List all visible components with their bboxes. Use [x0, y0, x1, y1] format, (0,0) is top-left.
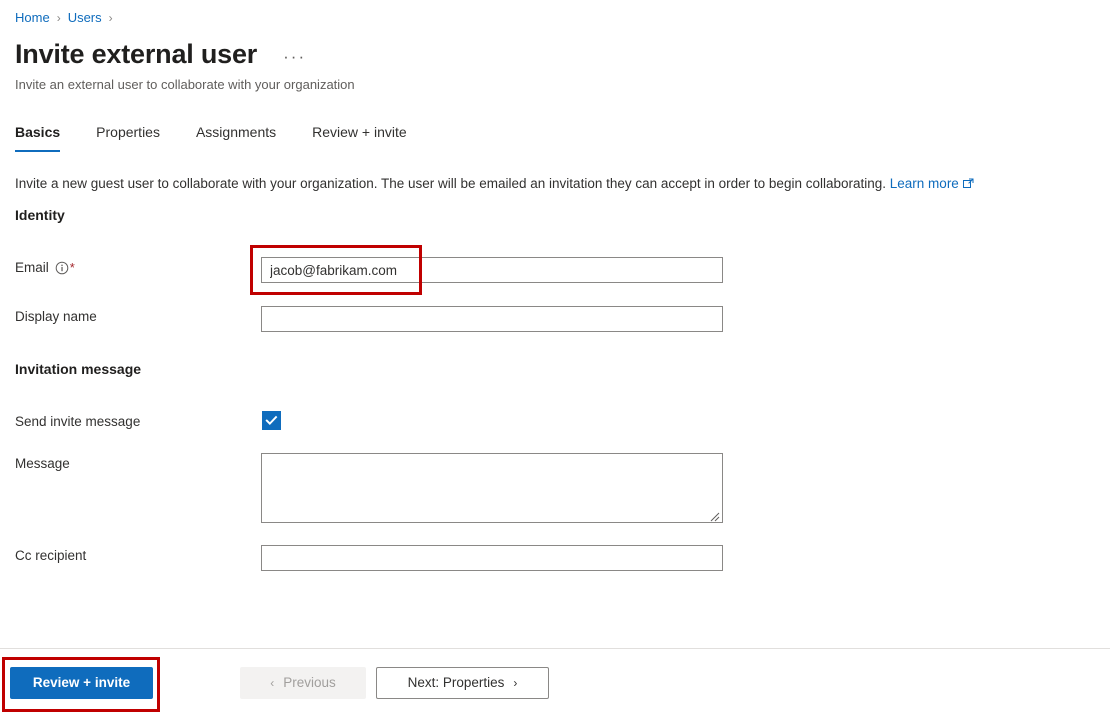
learn-more-link[interactable]: Learn more: [890, 176, 959, 191]
intro-text-row: Invite a new guest user to collaborate w…: [15, 174, 974, 194]
field-label-display-name: Display name: [15, 307, 97, 327]
display-name-input[interactable]: [261, 306, 723, 332]
next-properties-button[interactable]: Next: Properties ›: [376, 667, 549, 699]
message-label-text: Message: [15, 456, 70, 471]
page-title: Invite external user: [15, 39, 258, 69]
field-label-cc-recipient: Cc recipient: [15, 546, 86, 566]
breadcrumb-separator-icon: ›: [56, 11, 61, 25]
cc-recipient-input[interactable]: [261, 545, 723, 571]
breadcrumb: Home › Users ›: [15, 9, 120, 27]
review-invite-button[interactable]: Review + invite: [10, 667, 153, 699]
section-heading-identity: Identity: [15, 207, 65, 223]
required-marker: *: [69, 260, 75, 275]
send-invite-message-checkbox[interactable]: [262, 411, 281, 430]
message-textarea[interactable]: [261, 453, 723, 523]
field-label-send-invite-message: Send invite message: [15, 412, 140, 432]
tab-properties[interactable]: Properties: [96, 122, 160, 152]
invite-external-user-page: Home › Users › Invite external user ··· …: [0, 0, 1110, 714]
breadcrumb-item-home[interactable]: Home: [15, 9, 50, 27]
checkmark-icon: [265, 415, 278, 425]
cc-recipient-label-text: Cc recipient: [15, 548, 87, 563]
tab-basics[interactable]: Basics: [15, 122, 61, 152]
intro-text: Invite a new guest user to collaborate w…: [15, 176, 887, 191]
field-label-message: Message: [15, 454, 70, 474]
section-heading-invitation-message: Invitation message: [15, 361, 142, 377]
next-button-label: Next: Properties: [407, 675, 505, 690]
tab-assignments[interactable]: Assignments: [196, 122, 276, 152]
chevron-left-icon: ‹: [270, 676, 275, 690]
previous-button: ‹ Previous: [240, 667, 366, 699]
breadcrumb-item-users[interactable]: Users: [68, 9, 102, 27]
tab-review-invite[interactable]: Review + invite: [312, 122, 407, 152]
footer-divider: [0, 648, 1110, 649]
breadcrumb-separator-icon: ›: [108, 11, 113, 25]
display-name-label-text: Display name: [15, 309, 97, 324]
chevron-right-icon: ›: [513, 676, 518, 690]
info-circle-icon[interactable]: [55, 261, 69, 275]
more-options-icon[interactable]: ···: [279, 47, 310, 67]
field-label-email: Email *: [15, 258, 75, 278]
page-subtitle: Invite an external user to collaborate w…: [15, 77, 355, 92]
tab-bar: Basics Properties Assignments Review + i…: [15, 122, 443, 152]
title-row: Invite external user ···: [15, 38, 310, 70]
email-input[interactable]: [261, 257, 723, 283]
external-link-icon[interactable]: [962, 175, 974, 194]
previous-button-label: Previous: [283, 675, 336, 690]
send-invite-message-label-text: Send invite message: [15, 414, 141, 429]
email-label-text: Email: [15, 260, 49, 275]
